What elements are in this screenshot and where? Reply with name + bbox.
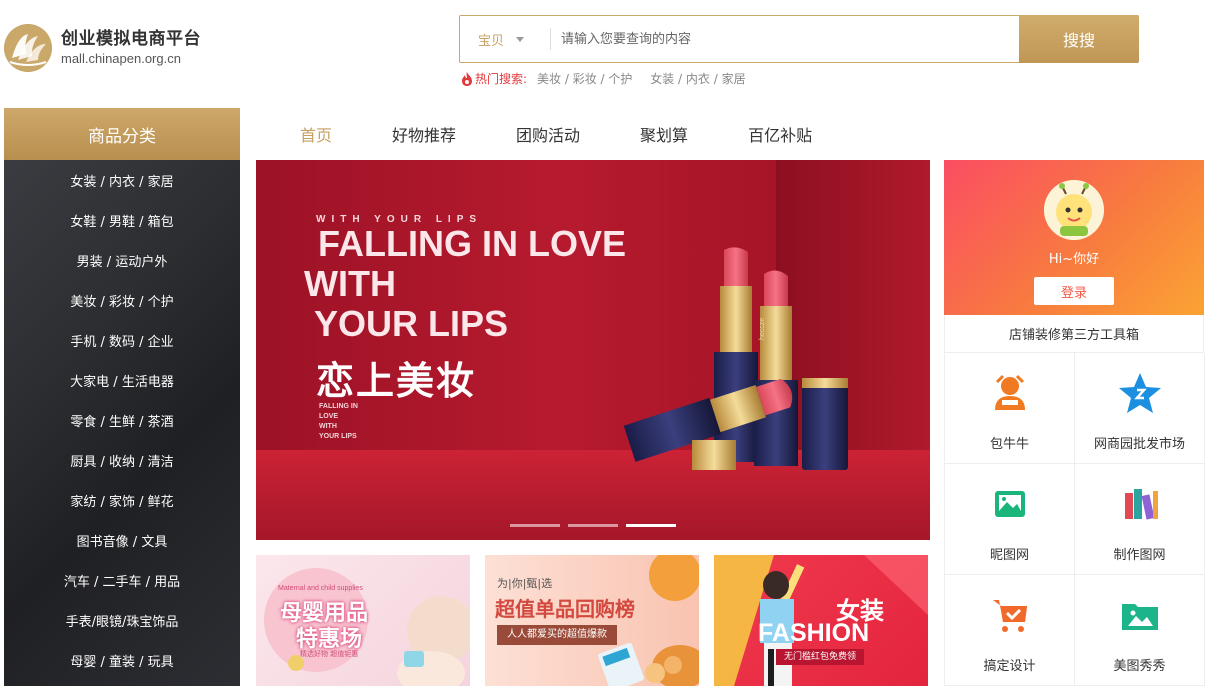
- promo-womens-fashion[interactable]: 女装 FASHION 无门槛红包免费领: [714, 555, 928, 686]
- banner-headline-1: FALLING IN LOVE: [318, 223, 627, 264]
- tool-label: 美图秀秀: [1113, 659, 1166, 674]
- promo-repurchase[interactable]: 为|你|甄|选 超值单品回购榜 人人都爱买的超值爆款: [485, 555, 699, 686]
- category-item[interactable]: 家纺 / 家饰 / 鲜花: [4, 480, 240, 520]
- tool-zhizuotu[interactable]: 制作图网: [1075, 464, 1205, 575]
- promo1-en: Maternal and child supplies: [278, 585, 363, 592]
- logo-mark-icon: [4, 24, 52, 72]
- promo3-tag: 无门槛红包免费领: [776, 649, 865, 665]
- hero-banner[interactable]: WITH YOUR LIPS FALLING IN LOVE WITH YOUR…: [256, 160, 930, 540]
- category-item[interactable]: 手表/眼镜/珠宝饰品: [4, 600, 240, 640]
- nav-item-recommend[interactable]: 好物推荐: [392, 122, 456, 146]
- category-item[interactable]: 女装 / 内衣 / 家居: [4, 160, 240, 200]
- toolbox-title: 店铺装修第三方工具箱: [944, 315, 1204, 353]
- hot-search-link[interactable]: 美妆 / 彩妆 / 个护: [537, 72, 632, 86]
- hot-search: 热门搜索: 美妆 / 彩妆 / 个护 女装 / 内衣 / 家居: [461, 70, 760, 87]
- site-logo[interactable]: 创业模拟电商平台 mall.chinapen.org.cn: [4, 24, 201, 72]
- carousel-dot-active[interactable]: [626, 524, 676, 527]
- page: 创业模拟电商平台 mall.chinapen.org.cn 宝贝 搜搜 热门搜索…: [0, 0, 1212, 692]
- nav-item-home[interactable]: 首页: [300, 122, 332, 146]
- user-card: Hi~你好 登录: [944, 160, 1204, 315]
- svg-text:heccze: heccze: [759, 318, 766, 340]
- category-item[interactable]: 美妆 / 彩妆 / 个护: [4, 280, 240, 320]
- promo2-tag: 人人都爱买的超值爆款: [497, 625, 617, 645]
- login-button[interactable]: 登录: [1034, 277, 1114, 305]
- search-scope-label: 宝贝: [478, 33, 505, 49]
- search-input[interactable]: [551, 16, 1019, 62]
- tool-wangshangyuan[interactable]: 网商园批发市场: [1075, 353, 1205, 464]
- category-list: 女装 / 内衣 / 家居 女鞋 / 男鞋 / 箱包 男装 / 运动户外 美妆 /…: [4, 160, 240, 686]
- category-item[interactable]: 厨具 / 收纳 / 清洁: [4, 440, 240, 480]
- nav-item-group-buy[interactable]: 团购活动: [516, 122, 580, 146]
- category-item[interactable]: 男装 / 运动户外: [4, 240, 240, 280]
- main-nav: 首页 好物推荐 团购活动 聚划算 百亿补贴: [270, 108, 812, 160]
- nav-item-subsidy[interactable]: 百亿补贴: [748, 122, 812, 146]
- avatar: [1044, 180, 1104, 240]
- category-item[interactable]: 图书音像 / 文具: [4, 520, 240, 560]
- toolbox-grid: 包牛牛 网商园批发市场 昵图网 制作图网 搞定设计 美图秀秀: [944, 353, 1205, 686]
- tool-label: 制作图网: [1113, 548, 1166, 563]
- tool-label: 搞定设计: [983, 659, 1036, 674]
- image-icon: [984, 478, 1036, 530]
- tool-label: 网商园批发市场: [1093, 437, 1185, 452]
- category-item[interactable]: 手机 / 数码 / 企业: [4, 320, 240, 360]
- promo2-title: 超值单品回购榜: [495, 597, 635, 621]
- category-item[interactable]: 女鞋 / 男鞋 / 箱包: [4, 200, 240, 240]
- tool-label: 包牛牛: [989, 437, 1029, 452]
- promo3-en: FASHION: [758, 619, 870, 647]
- tool-gaoding[interactable]: 搞定设计: [945, 575, 1075, 686]
- flame-icon: [462, 71, 472, 86]
- category-item[interactable]: 零食 / 生鲜 / 茶酒: [4, 400, 240, 440]
- category-header: 商品分类: [4, 108, 240, 160]
- lipstick-illustration: heccze: [623, 247, 848, 470]
- search-bar: 宝贝 搜搜: [459, 15, 1139, 63]
- tool-baoniuniu[interactable]: 包牛牛: [945, 353, 1075, 464]
- carousel-dot[interactable]: [510, 524, 560, 527]
- tool-label: 昵图网: [989, 548, 1029, 563]
- banner-cn-title: 恋上美妆: [316, 359, 477, 403]
- banner-small-text: FALLING IN LOVE WITH YOUR LIPS: [319, 403, 358, 440]
- hot-search-link[interactable]: 女装 / 内衣 / 家居: [650, 72, 745, 86]
- chevron-down-icon: [516, 36, 525, 42]
- carousel-dot[interactable]: [568, 524, 618, 527]
- search-scope-select[interactable]: 宝贝: [460, 16, 550, 62]
- greeting-text: Hi~你好: [1048, 252, 1100, 267]
- person-tool-icon: [984, 367, 1036, 419]
- promo1-note: 精选好物 超值钜惠: [300, 650, 359, 658]
- search-button[interactable]: 搜搜: [1019, 15, 1139, 63]
- promo-baby-products[interactable]: Maternal and child supplies 母婴用品 特惠场 精选好…: [256, 555, 470, 686]
- banner-headline-2: WITH: [304, 263, 396, 304]
- site-title: 创业模拟电商平台: [61, 29, 201, 49]
- hot-search-label: 热门搜索:: [475, 72, 528, 86]
- star-icon: [1114, 367, 1166, 419]
- carousel-dots: [510, 524, 684, 527]
- folder-image-icon: [1114, 589, 1166, 641]
- promo2-top: 为|你|甄|选: [497, 577, 553, 590]
- site-domain: mall.chinapen.org.cn: [61, 51, 181, 66]
- tool-meitu[interactable]: 美图秀秀: [1075, 575, 1205, 686]
- category-item[interactable]: 母婴 / 童装 / 玩具: [4, 640, 240, 680]
- banner-headline-3: YOUR LIPS: [314, 303, 509, 344]
- books-icon: [1114, 478, 1166, 530]
- bee-avatar-icon: [1044, 180, 1104, 240]
- category-item[interactable]: 大家电 / 生活电器: [4, 360, 240, 400]
- cart-icon: [984, 589, 1036, 641]
- tool-nipic[interactable]: 昵图网: [945, 464, 1075, 575]
- nav-item-juhuasuan[interactable]: 聚划算: [640, 122, 688, 146]
- category-item[interactable]: 汽车 / 二手车 / 用品: [4, 560, 240, 600]
